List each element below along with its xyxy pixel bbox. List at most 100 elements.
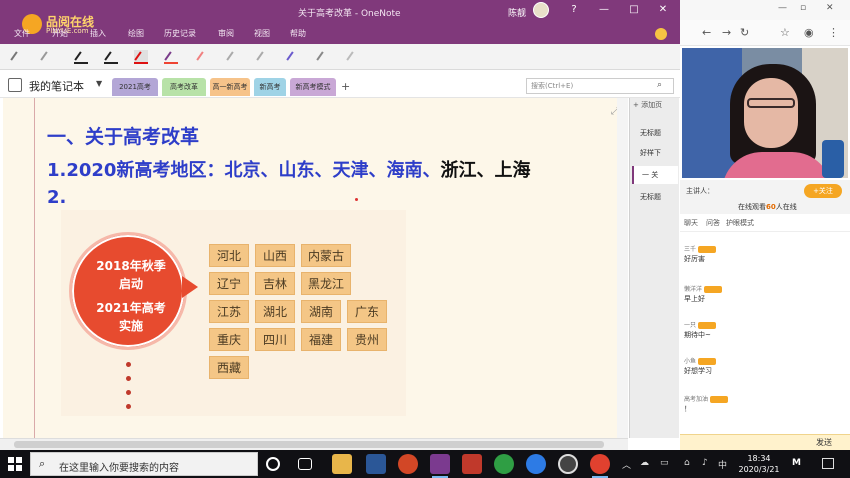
notification-icon[interactable] — [822, 458, 834, 469]
close-button[interactable]: ✕ — [655, 3, 671, 17]
ime-indicator[interactable]: 中 — [718, 458, 727, 471]
embedded-slide-image[interactable]: 2018年秋季 启动 2021年高考 实施 河北 山西 内蒙古 辽宁 吉林 黑龙… — [61, 210, 406, 416]
ink-to-text-icon[interactable] — [286, 50, 300, 64]
search-input[interactable]: 搜索(Ctrl+E) ⌕ — [526, 78, 674, 94]
search-icon[interactable]: ⌕ — [657, 80, 662, 90]
section-tab[interactable]: 高一新高考 — [210, 78, 250, 96]
tab-review[interactable]: 审阅 — [218, 28, 234, 39]
page-list-item-selected[interactable]: 一 关 — [632, 166, 678, 184]
app-tray-icon[interactable]: M — [792, 458, 801, 468]
vertical-scrollbar[interactable] — [617, 98, 628, 438]
windows-start-icon[interactable] — [8, 457, 22, 471]
more-icon[interactable]: ⋮ — [828, 26, 839, 39]
draw-toolbar — [0, 44, 680, 70]
task-view-icon[interactable] — [298, 458, 312, 470]
tab-history[interactable]: 历史记录 — [164, 28, 196, 39]
notebook-icon[interactable] — [8, 78, 22, 92]
section-tab[interactable]: 新高考 — [254, 78, 286, 96]
touch-draw-icon[interactable] — [316, 50, 330, 64]
province-box: 湖南 — [301, 300, 341, 323]
tab-draw[interactable]: 绘图 — [128, 28, 144, 39]
chat-tabs: 聊天 问答 护眼模式 — [680, 214, 850, 232]
cortana-icon[interactable] — [266, 457, 280, 471]
chrome-icon[interactable] — [590, 454, 610, 478]
onenote-window: 品阅在线 PINYUE.com 关于高考改革 - OneNote 陈靓 ? — … — [0, 0, 680, 450]
clock[interactable]: 18:34 2020/3/21 — [734, 453, 784, 475]
pen-red-icon[interactable] — [134, 50, 148, 64]
tab-home[interactable]: 开始 — [52, 28, 68, 39]
close-icon[interactable]: ✕ — [826, 3, 834, 13]
tab-insert[interactable]: 插入 — [90, 28, 106, 39]
onenote-icon[interactable] — [430, 454, 450, 478]
pen-purple-icon[interactable] — [164, 50, 178, 64]
pen-black-icon[interactable] — [74, 50, 88, 64]
video-person — [744, 78, 798, 148]
horizontal-scrollbar[interactable] — [0, 438, 628, 450]
word-icon[interactable] — [366, 454, 386, 474]
battery-icon[interactable]: ▭ — [660, 458, 669, 468]
eraser-icon[interactable] — [40, 50, 54, 64]
add-section-button[interactable]: + — [341, 80, 350, 93]
send-button[interactable]: 发送 — [816, 437, 832, 448]
section-tab[interactable]: 2021高考 — [112, 78, 158, 96]
section-tab-label: 新高考模式 — [295, 83, 331, 91]
live-info: 主讲人： +关注 在线观看60人在线 — [680, 180, 850, 214]
forward-icon[interactable]: → — [722, 26, 731, 39]
tab-view[interactable]: 视图 — [254, 28, 270, 39]
refresh-icon[interactable]: ↻ — [740, 26, 749, 39]
page-list-item[interactable]: 无标题 — [632, 124, 678, 142]
chat-message: 小鱼 好想学习 — [684, 356, 844, 378]
teacher-video[interactable] — [682, 48, 848, 178]
media-player-icon[interactable] — [558, 454, 578, 474]
section-tab[interactable]: 新高考模式 — [290, 78, 336, 96]
page-list-item[interactable]: 好样下 — [632, 144, 678, 162]
shape-icon[interactable] — [226, 50, 240, 64]
back-icon[interactable]: ← — [702, 26, 711, 39]
highlighter-icon[interactable] — [196, 50, 210, 64]
tray-arrow-icon[interactable]: ︿ — [622, 458, 631, 471]
content-line-2: 2. — [47, 187, 67, 208]
minimize-button[interactable]: — — [596, 3, 612, 17]
notebook-name[interactable]: 我的笔记本 — [29, 78, 84, 94]
content-line-1-text: 1.2020新高考地区：北京、山东、天津、海南、 — [47, 160, 441, 181]
ruler-icon[interactable] — [256, 50, 270, 64]
page-list-item[interactable]: 无标题 — [632, 188, 678, 206]
account-icon[interactable]: ◉ — [804, 26, 814, 39]
section-tab[interactable]: 高考改革 — [162, 78, 206, 96]
pen-black2-icon[interactable] — [104, 50, 118, 64]
chat-user: 一只 — [684, 320, 716, 329]
lasso-icon[interactable] — [10, 50, 24, 64]
chat-user-name: 高考加油 — [684, 396, 709, 403]
cloud-icon[interactable]: ☁ — [640, 458, 649, 468]
powerpoint-icon[interactable] — [398, 454, 418, 474]
bubble-line: 2018年秋季 — [96, 259, 166, 273]
more-tools-icon[interactable] — [346, 50, 360, 64]
tab-help[interactable]: 帮助 — [290, 28, 306, 39]
follow-button[interactable]: +关注 — [804, 184, 842, 198]
network-icon[interactable]: ⌂ — [684, 458, 690, 468]
tab-qa[interactable]: 问答 — [706, 218, 720, 228]
avatar[interactable] — [533, 2, 549, 18]
edge-icon[interactable] — [526, 454, 546, 474]
add-page-button[interactable]: + 添加页 — [633, 100, 677, 114]
volume-icon[interactable]: ♪ — [702, 458, 708, 468]
tab-chat[interactable]: 聊天 — [684, 218, 698, 228]
clock-time: 18:34 — [747, 454, 771, 463]
minimize-icon[interactable]: — — [778, 3, 787, 13]
wechat-icon[interactable] — [494, 454, 514, 474]
taskbar-search-input[interactable]: ⌕ 在这里输入你要搜索的内容 — [30, 452, 258, 476]
scroll-thumb[interactable] — [14, 441, 604, 448]
chat-input[interactable]: 发送 — [680, 434, 850, 450]
app-icon[interactable] — [462, 454, 482, 474]
restore-icon[interactable]: ▫ — [800, 3, 806, 13]
page-canvas[interactable]: ⤢ 一、关于高考改革 1.2020新高考地区：北京、山东、天津、海南、浙江、上海… — [3, 98, 628, 438]
tab-eye-mode[interactable]: 护眼模式 — [726, 218, 754, 228]
star-icon[interactable]: ☆ — [780, 26, 790, 39]
maximize-button[interactable]: □ — [626, 3, 642, 17]
file-explorer-icon[interactable] — [332, 454, 352, 474]
help-button[interactable]: ? — [566, 3, 582, 17]
chevron-down-icon[interactable]: ▼ — [96, 79, 102, 88]
tab-file[interactable]: 文件 — [14, 28, 30, 39]
feedback-icon[interactable] — [655, 28, 667, 40]
user-name[interactable]: 陈靓 — [508, 6, 526, 19]
